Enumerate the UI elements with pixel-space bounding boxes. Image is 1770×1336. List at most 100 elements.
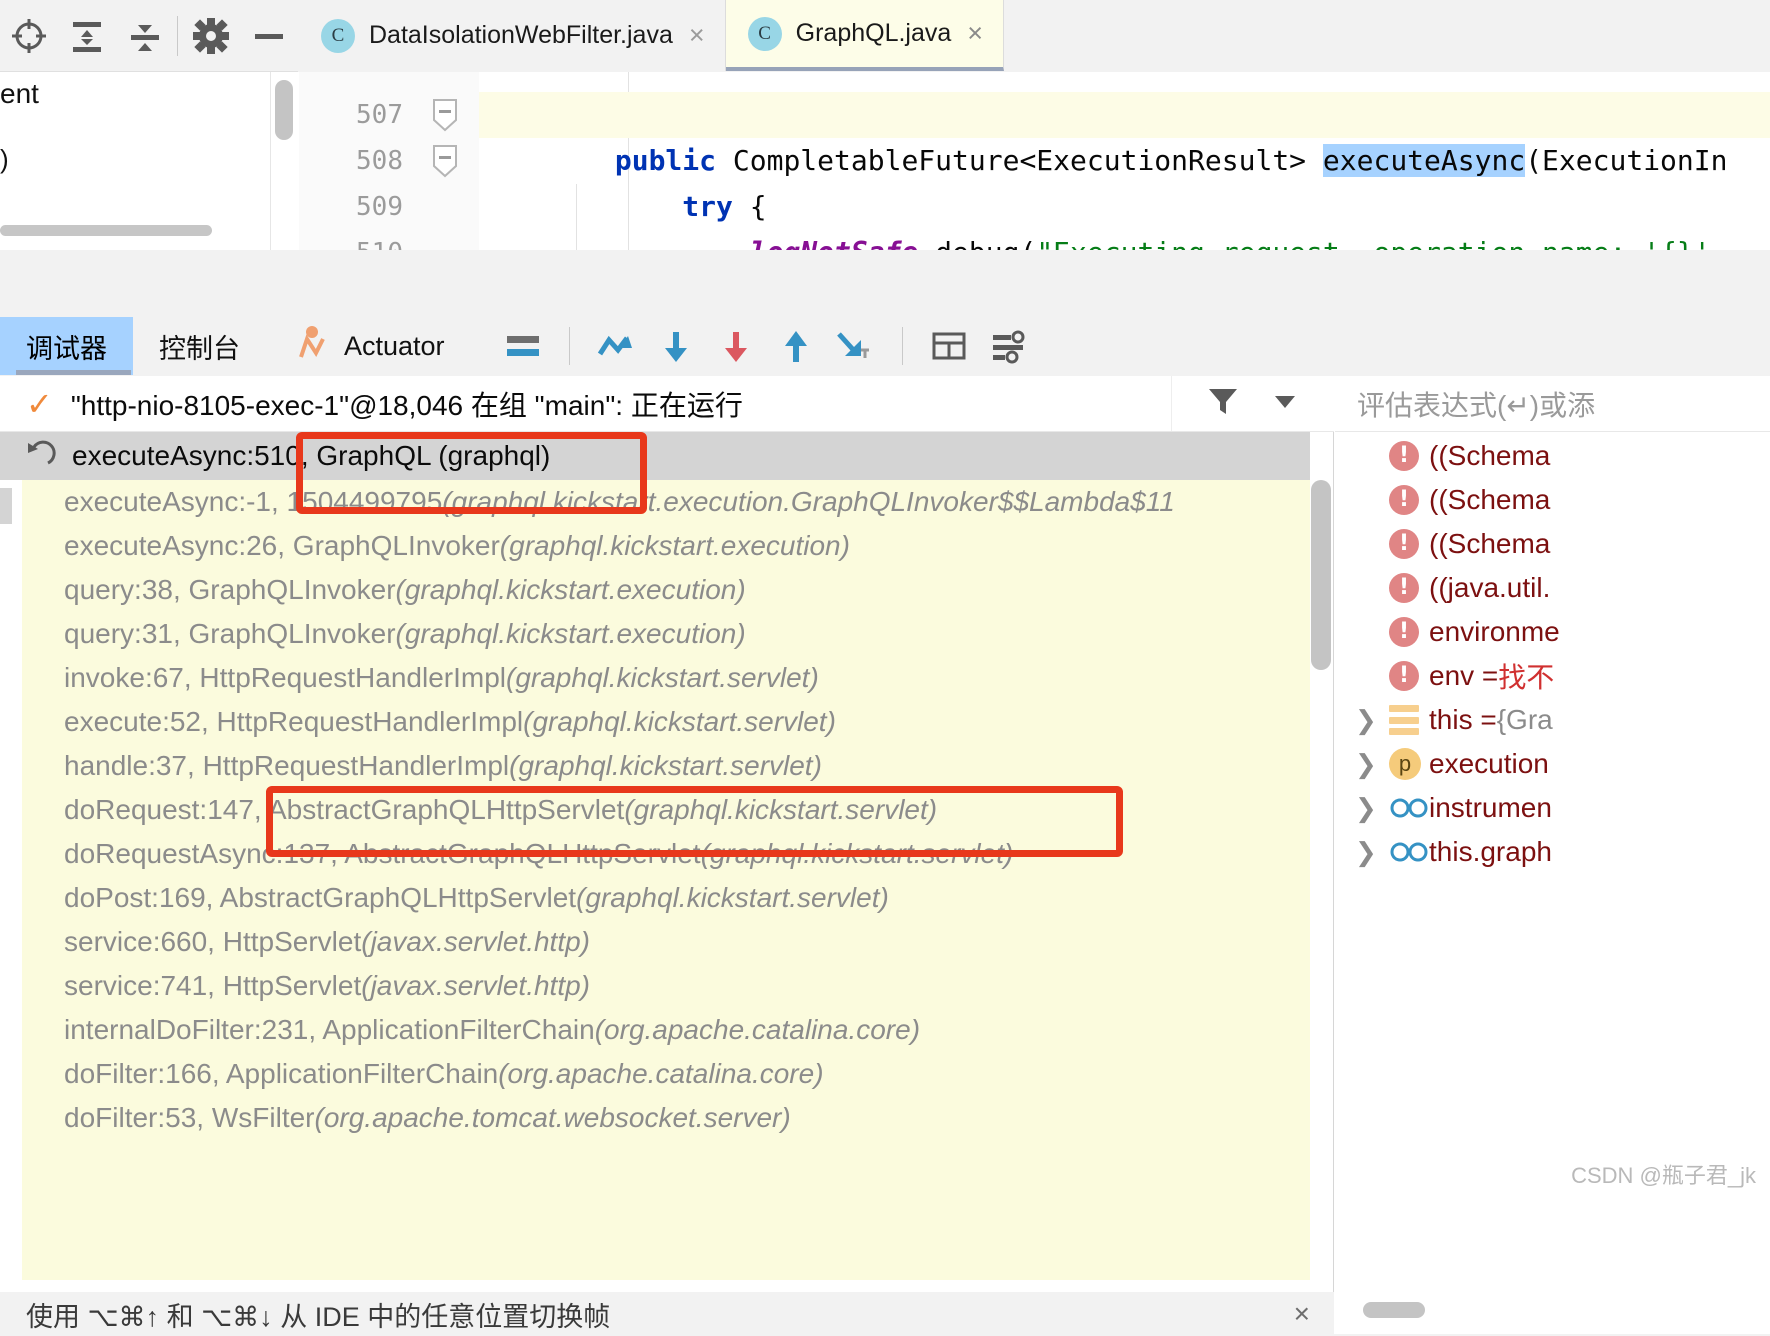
variable-row[interactable]: ! ((java.util. (1335, 566, 1770, 610)
frame-item[interactable]: executeAsync:-1, 1504499795 (graphql.kic… (22, 480, 1310, 524)
debug-tab-bar: 调试器 控制台 Actuator (0, 317, 1770, 375)
gear-icon[interactable] (182, 6, 240, 66)
editor-gutter[interactable]: 507 508 509 (299, 72, 479, 250)
editor-tab-label: DataIsolationWebFilter.java (369, 21, 673, 49)
frames-vscrollbar[interactable] (1311, 480, 1331, 670)
variable-row[interactable]: ❯ this = {Gra (1335, 698, 1770, 742)
drop-frame-icon[interactable] (826, 318, 886, 374)
chevron-right-icon[interactable]: ❯ (1355, 749, 1389, 780)
variable-row[interactable]: ! ((Schema (1335, 434, 1770, 478)
chevron-down-icon[interactable] (1271, 387, 1299, 420)
tab-debugger-label: 调试器 (26, 333, 107, 364)
frame-item[interactable]: service:660, HttpServlet (javax.servlet.… (22, 920, 1310, 964)
variables-bottom-pill[interactable] (1363, 1302, 1425, 1318)
variable-value: {Gra (1496, 704, 1553, 735)
frame-item[interactable]: doRequest:147, AbstractGraphQLHttpServle… (22, 788, 1310, 832)
frame-method: doRequest:147, AbstractGraphQLHttpServle… (64, 794, 625, 825)
thread-selector[interactable]: ✓ "http-nio-8105-exec-1"@18,046 在组 "main… (0, 376, 1334, 432)
return-arrow-icon (22, 437, 56, 476)
frame-item[interactable]: execute:52, HttpRequestHandlerImpl (grap… (22, 700, 1310, 744)
debug-panels: ✓ "http-nio-8105-exec-1"@18,046 在组 "main… (0, 376, 1770, 1334)
chevron-right-icon[interactable]: ❯ (1355, 705, 1389, 736)
close-icon[interactable]: × (1294, 1298, 1310, 1330)
variable-name: environme (1429, 616, 1560, 647)
code-token-selected: executeAsync (1322, 144, 1526, 177)
editor-tab-graphql[interactable]: C GraphQL.java × (725, 0, 1005, 71)
frame-package: (javax.servlet.http) (361, 926, 590, 957)
frames-list[interactable]: executeAsync:-1, 1504499795 (graphql.kic… (22, 480, 1310, 1280)
top-toolbar: C DataIsolationWebFilter.java × C GraphQ… (0, 0, 1770, 72)
frame-item[interactable]: executeAsync:26, GraphQLInvoker (graphql… (22, 524, 1310, 568)
editor-debug-splitter[interactable] (0, 250, 1770, 318)
frame-item[interactable]: internalDoFilter:231, ApplicationFilterC… (22, 1008, 1310, 1052)
variable-row[interactable]: ! environme (1335, 610, 1770, 654)
frame-item[interactable]: invoke:67, HttpRequestHandlerImpl (graph… (22, 656, 1310, 700)
step-out-icon[interactable] (766, 318, 826, 374)
fold-marker-icon[interactable] (431, 144, 459, 178)
frame-item[interactable]: handle:37, HttpRequestHandlerImpl (graph… (22, 744, 1310, 788)
debug-hint-bar: 使用 ⌥⌘↑ 和 ⌥⌘↓ 从 IDE 中的任意位置切换帧 × (0, 1292, 1334, 1336)
variables-pane: 评估表达式(↵)或添 ! ((Schema ! ((Schema ! ((Sch… (1335, 376, 1770, 1334)
left-panel-hscrollbar[interactable] (0, 225, 212, 236)
frame-item[interactable]: service:741, HttpServlet (javax.servlet.… (22, 964, 1310, 1008)
fold-marker-icon[interactable] (431, 98, 459, 132)
force-step-into-icon[interactable] (706, 318, 766, 374)
variable-row[interactable]: ! ((Schema (1335, 522, 1770, 566)
code-content[interactable]: public CompletableFuture<ExecutionResult… (480, 72, 1770, 250)
frame-item-selected[interactable]: executeAsync:510, GraphQL (graphql) (0, 432, 1310, 480)
variable-row[interactable]: ❯ p execution (1335, 742, 1770, 786)
chevron-right-icon[interactable]: ❯ (1355, 793, 1389, 824)
minimize-icon[interactable] (240, 6, 298, 66)
frame-item[interactable]: query:38, GraphQLInvoker (graphql.kickst… (22, 568, 1310, 612)
check-icon: ✓ (26, 385, 53, 422)
frame-method: doPost:169, AbstractGraphQLHttpServlet (64, 882, 577, 913)
step-into-icon[interactable] (646, 318, 706, 374)
actuator-icon (292, 323, 332, 370)
close-icon[interactable]: × (689, 22, 705, 49)
editor-vscrollbar[interactable] (275, 80, 293, 140)
tab-console[interactable]: 控制台 (133, 317, 266, 375)
evaluate-expression-icon[interactable] (919, 318, 979, 374)
layout-settings-icon[interactable] (493, 318, 553, 374)
frame-method: service:741, HttpServlet (64, 970, 362, 1001)
frame-package: (graphql.kickstart.servlet) (506, 662, 819, 693)
code-editor[interactable]: ent ) 507 508 509 public CompletableFutu… (0, 72, 1770, 250)
frame-method: executeAsync:26, GraphQLInvoker (64, 530, 500, 561)
close-icon[interactable]: × (967, 20, 983, 47)
toolbar-divider (901, 327, 903, 365)
frame-method: query:38, GraphQLInvoker (64, 574, 396, 605)
frames-filter-controls (1171, 376, 1332, 431)
variable-row[interactable]: ! env = 找不 (1335, 654, 1770, 698)
target-icon[interactable] (0, 6, 58, 66)
editor-tab-dataisolationwebfilter[interactable]: C DataIsolationWebFilter.java × (299, 0, 726, 71)
watermark: CSDN @瓶子君_jk (1571, 1163, 1756, 1188)
toolbar-divider (568, 327, 570, 365)
step-over-icon[interactable] (586, 318, 646, 374)
tab-actuator[interactable]: Actuator (266, 317, 471, 375)
collapse-all-icon[interactable] (116, 6, 174, 66)
variable-value: 找不 (1498, 662, 1555, 693)
ide-window: C DataIsolationWebFilter.java × C GraphQ… (0, 0, 1770, 1336)
frame-item[interactable]: query:31, GraphQLInvoker (graphql.kickst… (22, 612, 1310, 656)
frame-item[interactable]: doFilter:166, ApplicationFilterChain (or… (22, 1052, 1310, 1096)
mute-breakpoints-icon[interactable] (979, 318, 1039, 374)
variable-row[interactable]: ❯ this.graph (1335, 830, 1770, 874)
variable-name: ((java.util. (1429, 572, 1551, 603)
variable-name: env = (1429, 660, 1499, 691)
frame-item[interactable]: doPost:169, AbstractGraphQLHttpServlet (… (22, 876, 1310, 920)
filter-icon[interactable] (1205, 383, 1241, 424)
editor-tab-label: GraphQL.java (795, 19, 952, 47)
frame-package: (graphql.kickstart.servlet) (523, 706, 836, 737)
evaluate-expression-input[interactable]: 评估表达式(↵)或添 (1335, 376, 1770, 432)
frame-item[interactable]: doFilter:53, WsFilter (org.apache.tomcat… (22, 1096, 1310, 1140)
chevron-right-icon[interactable]: ❯ (1355, 837, 1389, 868)
expand-all-icon[interactable] (58, 6, 116, 66)
tab-debugger[interactable]: 调试器 (0, 317, 133, 375)
frame-package: (graphql.kickstart.servlet) (509, 750, 822, 781)
gutter-row: 510 (299, 230, 479, 250)
code-token: CompletableFuture<ExecutionResult> (732, 144, 1323, 177)
gutter-row: 508 (299, 138, 479, 184)
frame-item[interactable]: doRequestAsync:137, AbstractGraphQLHttpS… (22, 832, 1310, 876)
variable-row[interactable]: ❯ instrumen (1335, 786, 1770, 830)
variable-row[interactable]: ! ((Schema (1335, 478, 1770, 522)
